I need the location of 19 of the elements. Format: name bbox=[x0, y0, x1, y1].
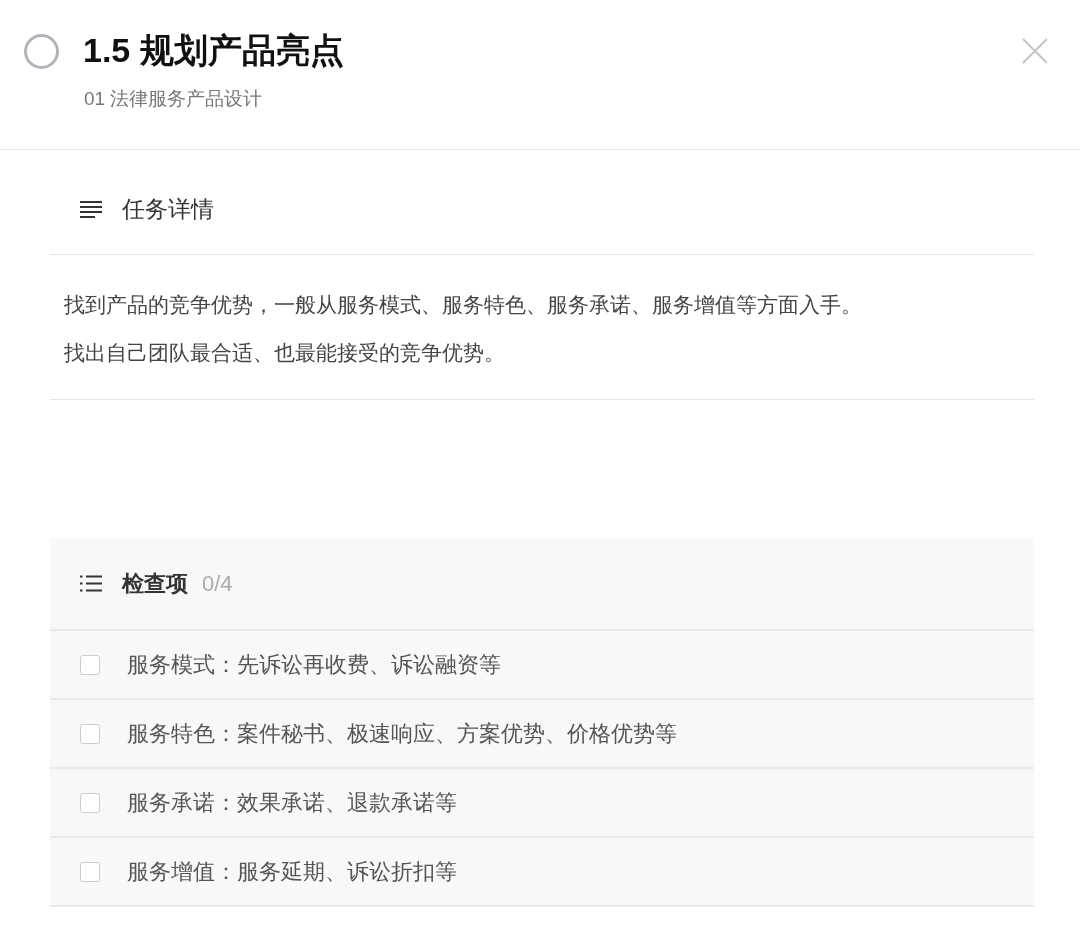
checkbox[interactable] bbox=[80, 792, 100, 813]
checklist-count: 0/4 bbox=[202, 570, 233, 597]
status-circle[interactable] bbox=[24, 33, 59, 69]
task-title: 1.5 规划产品亮点 bbox=[83, 30, 345, 71]
checklist-title: 检查项 bbox=[122, 569, 188, 598]
checklist-item-text: 服务承诺：效果承诺、退款承诺等 bbox=[127, 788, 457, 817]
list-icon bbox=[80, 575, 102, 592]
project-name: 01 法律服务产品设计 bbox=[84, 87, 264, 111]
description-icon bbox=[80, 200, 102, 218]
section-title: 任务详情 bbox=[122, 194, 214, 224]
checkbox[interactable] bbox=[80, 861, 100, 882]
description-text: 找出自己团队最合适、也最能接受的竞争优势。 bbox=[64, 340, 506, 366]
checklist-item-text: 服务模式：先诉讼再收费、诉讼融资等 bbox=[127, 650, 501, 679]
checkbox[interactable] bbox=[80, 723, 100, 744]
close-icon[interactable] bbox=[1022, 38, 1048, 64]
checklist-item-text: 服务特色：案件秘书、极速响应、方案优势、价格优势等 bbox=[127, 719, 677, 748]
checkbox[interactable] bbox=[80, 654, 100, 675]
checklist-item-text: 服务增值：服务延期、诉讼折扣等 bbox=[127, 857, 457, 886]
description-text: 找到产品的竞争优势，一般从服务模式、服务特色、服务承诺、服务增值等方面入手。 bbox=[64, 292, 863, 318]
